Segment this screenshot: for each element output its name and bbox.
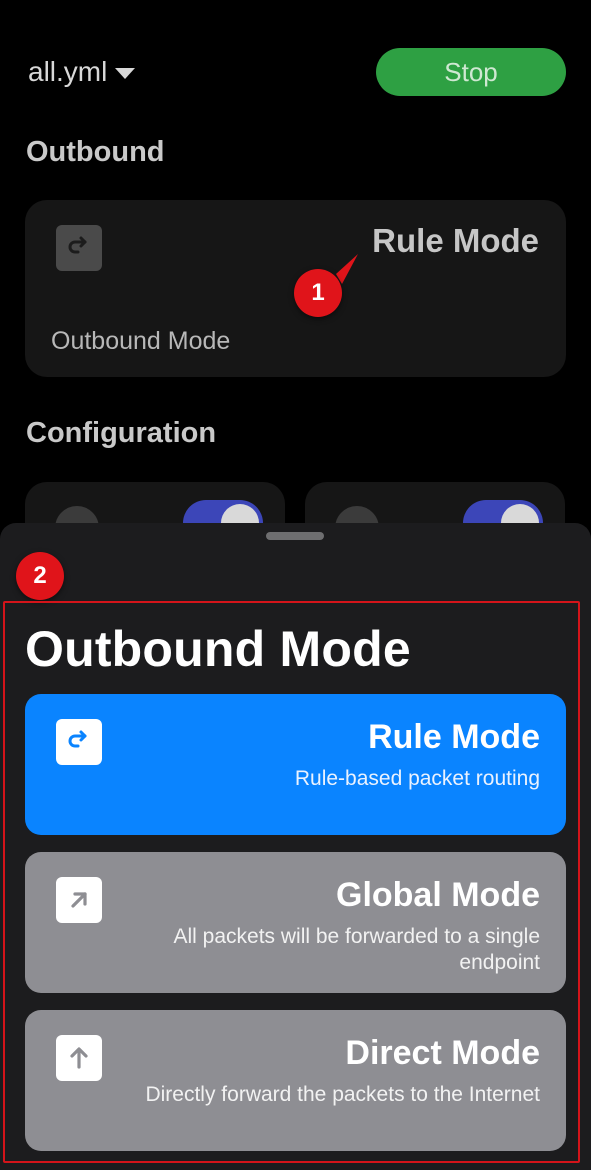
- chevron-down-icon: [115, 67, 136, 79]
- outbound-mode-sheet: 2 Outbound Mode Rule Mode Rule-based pac…: [0, 523, 591, 1170]
- sheet-title: Outbound Mode: [25, 621, 411, 677]
- arrow-up-icon: [56, 1035, 102, 1081]
- arrow-up-right-icon: [56, 877, 102, 923]
- redirect-icon: [56, 719, 102, 765]
- annotation-marker-1: 1: [294, 269, 342, 317]
- mode-option-title: Rule Mode: [368, 718, 540, 756]
- section-title-configuration: Configuration: [26, 417, 217, 449]
- mode-option-direct[interactable]: Direct Mode Directly forward the packets…: [25, 1010, 566, 1151]
- outbound-mode-caption: Outbound Mode: [51, 327, 231, 355]
- section-title-outbound: Outbound: [26, 136, 165, 168]
- current-mode-value: Rule Mode: [372, 222, 539, 259]
- mode-option-title: Global Mode: [336, 876, 540, 914]
- mode-option-title: Direct Mode: [345, 1034, 540, 1072]
- mode-option-description: Rule-based packet routing: [294, 767, 540, 790]
- mode-option-global[interactable]: Global Mode All packets will be forwarde…: [25, 852, 566, 993]
- config-selector[interactable]: all.yml: [28, 52, 136, 92]
- app-screen: all.yml Stop Outbound Rule Mode Outbound…: [0, 0, 591, 1170]
- stop-button[interactable]: Stop: [376, 48, 566, 96]
- mode-option-description: All packets will be forwarded to a singl…: [173, 925, 540, 974]
- mode-option-rule[interactable]: Rule Mode Rule-based packet routing: [25, 694, 566, 835]
- redirect-icon: [56, 225, 102, 271]
- annotation-marker-2: 2: [16, 552, 64, 600]
- mode-option-description: Directly forward the packets to the Inte…: [145, 1083, 540, 1106]
- sheet-grabber[interactable]: [266, 532, 324, 540]
- config-name: all.yml: [28, 56, 108, 87]
